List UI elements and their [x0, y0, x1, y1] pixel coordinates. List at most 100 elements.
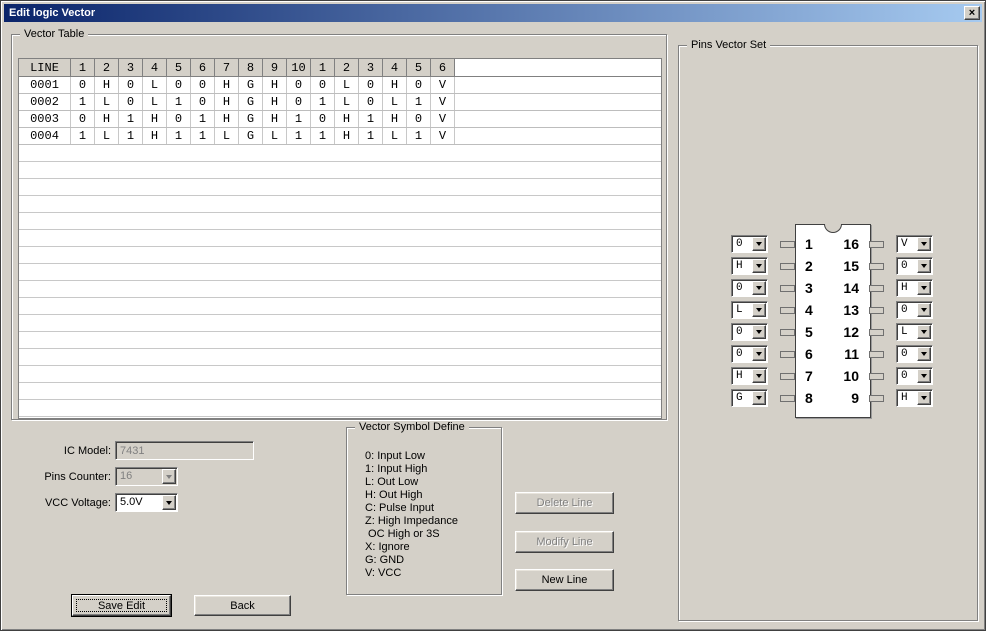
pin-8-combo[interactable]: G: [731, 389, 768, 407]
dropdown-arrow-icon[interactable]: [752, 347, 766, 361]
vector-table-empty-row: [19, 213, 661, 230]
save-edit-button[interactable]: Save Edit: [72, 595, 171, 616]
dropdown-arrow-icon[interactable]: [917, 303, 931, 317]
vector-table-row[interactable]: 00041L1H11LGL11H1L1V: [19, 128, 661, 145]
symbol-define-line: H: Out High: [365, 489, 458, 502]
pin-3-combo[interactable]: 0: [731, 279, 768, 297]
pins-counter-combo[interactable]: 16: [115, 467, 178, 486]
pin-13-value: 0: [898, 303, 917, 317]
ic-model-field[interactable]: 7431: [115, 441, 254, 460]
pin-4-value: L: [733, 303, 752, 317]
chip-pin-numbers: 710: [795, 365, 869, 387]
cell-pin-value: 1: [71, 128, 95, 144]
cell-line-number: 0004: [19, 128, 71, 144]
pin-7-combo[interactable]: H: [731, 367, 768, 385]
dropdown-arrow-icon[interactable]: [752, 237, 766, 251]
cell-pin-value: 0: [407, 111, 431, 127]
dropdown-arrow-icon[interactable]: [752, 369, 766, 383]
pin-row: 0116V: [731, 233, 933, 255]
dropdown-arrow-icon[interactable]: [752, 303, 766, 317]
dropdown-arrow-icon[interactable]: [917, 325, 931, 339]
close-button[interactable]: ×: [964, 6, 980, 20]
cell-pin-value: H: [335, 128, 359, 144]
pin-4-combo[interactable]: L: [731, 301, 768, 319]
symbol-define-line: L: Out Low: [365, 476, 458, 489]
cell-pin-value: V: [431, 128, 455, 144]
dropdown-arrow-icon[interactable]: [917, 369, 931, 383]
dropdown-arrow-icon[interactable]: [752, 281, 766, 295]
pin-stub: [869, 241, 884, 248]
column-header-pin: 1: [311, 59, 335, 76]
pin-14-combo[interactable]: H: [896, 279, 933, 297]
new-line-button[interactable]: New Line: [515, 569, 614, 591]
pin-6-combo[interactable]: 0: [731, 345, 768, 363]
dropdown-arrow-icon[interactable]: [752, 325, 766, 339]
pin-14-value: H: [898, 281, 917, 295]
dropdown-arrow-icon[interactable]: [162, 495, 176, 510]
pin-10-combo[interactable]: 0: [896, 367, 933, 385]
pin-number-right: 11: [844, 346, 859, 362]
vector-table-row[interactable]: 00021L0L10HGH01L0L1V: [19, 94, 661, 111]
dropdown-arrow-icon[interactable]: [917, 281, 931, 295]
column-header-pin: 2: [95, 59, 119, 76]
vector-table-empty-row: [19, 315, 661, 332]
vcc-voltage-combo[interactable]: 5.0V: [115, 493, 178, 512]
cell-pin-value: 1: [311, 94, 335, 110]
cell-pin-value: V: [431, 111, 455, 127]
pin-number-left: 6: [805, 346, 813, 362]
pin-stub: [869, 395, 884, 402]
cell-pin-value: V: [431, 94, 455, 110]
pin-2-value: H: [733, 259, 752, 273]
chevron-down-icon: [921, 286, 927, 290]
cell-pin-value: H: [263, 111, 287, 127]
pin-15-combo[interactable]: 0: [896, 257, 933, 275]
vector-table-empty-row: [19, 230, 661, 247]
chevron-down-icon: [166, 501, 172, 505]
pin-8-value: G: [733, 391, 752, 405]
chevron-down-icon: [756, 242, 762, 246]
delete-line-button[interactable]: Delete Line: [515, 492, 614, 514]
pin-9-combo[interactable]: H: [896, 389, 933, 407]
pin-11-combo[interactable]: 0: [896, 345, 933, 363]
vector-table-empty-row: [19, 264, 661, 281]
vector-table-empty-row: [19, 196, 661, 213]
title-bar[interactable]: Edit logic Vector ×: [4, 4, 982, 22]
chevron-down-icon: [166, 475, 172, 479]
column-header-pin: 8: [239, 59, 263, 76]
dropdown-arrow-icon[interactable]: [162, 469, 176, 484]
pin-1-combo[interactable]: 0: [731, 235, 768, 253]
modify-line-button[interactable]: Modify Line: [515, 531, 614, 553]
pin-16-combo[interactable]: V: [896, 235, 933, 253]
dropdown-arrow-icon[interactable]: [752, 391, 766, 405]
chip-pin-numbers: 89: [795, 387, 869, 409]
dropdown-arrow-icon[interactable]: [917, 347, 931, 361]
symbol-define-line: 0: Input Low: [365, 450, 458, 463]
dropdown-arrow-icon[interactable]: [917, 391, 931, 405]
cell-pin-value: L: [95, 94, 119, 110]
cell-pin-value: L: [263, 128, 287, 144]
pin-13-combo[interactable]: 0: [896, 301, 933, 319]
vector-table-empty-row: [19, 145, 661, 162]
cell-pin-value: L: [215, 128, 239, 144]
pin-stub: [780, 263, 795, 270]
chevron-down-icon: [756, 396, 762, 400]
dropdown-arrow-icon[interactable]: [917, 237, 931, 251]
back-button[interactable]: Back: [194, 595, 291, 616]
pin-5-combo[interactable]: 0: [731, 323, 768, 341]
pins-vector-set-group: Pins Vector Set 0116VH21500314HL41300512…: [678, 45, 978, 621]
window-title: Edit logic Vector: [9, 7, 95, 19]
pin-stub: [780, 307, 795, 314]
vector-table-row[interactable]: 00030H1H01HGH10H1H0V: [19, 111, 661, 128]
cell-pin-value: L: [335, 77, 359, 93]
cell-pin-value: 0: [119, 94, 143, 110]
pin-2-combo[interactable]: H: [731, 257, 768, 275]
column-header-pin: 2: [335, 59, 359, 76]
vector-table-row[interactable]: 00010H0L00HGH00L0H0V: [19, 77, 661, 94]
dropdown-arrow-icon[interactable]: [752, 259, 766, 273]
pin-number-left: 2: [805, 258, 813, 274]
column-header-pin: 9: [263, 59, 287, 76]
cell-pin-value: 0: [71, 77, 95, 93]
cell-pin-value: L: [143, 94, 167, 110]
dropdown-arrow-icon[interactable]: [917, 259, 931, 273]
pin-12-combo[interactable]: L: [896, 323, 933, 341]
